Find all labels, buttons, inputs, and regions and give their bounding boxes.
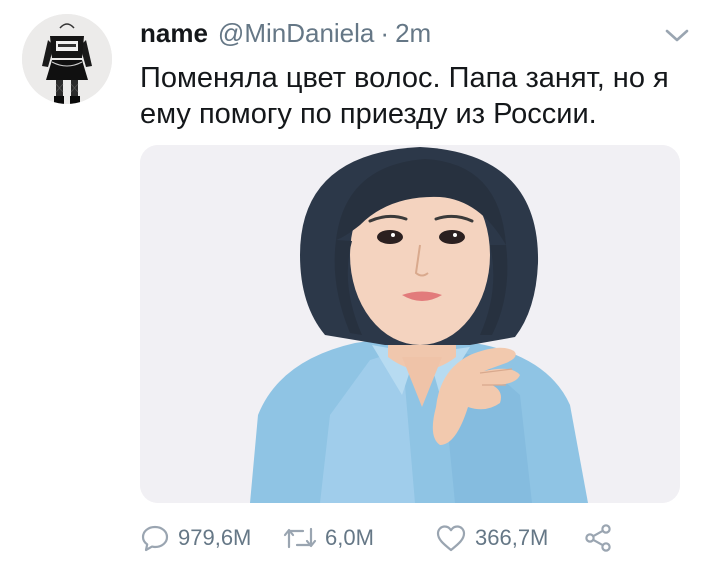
tweet-header: name @MinDaniela · 2m: [140, 14, 431, 52]
share-nodes-icon: [585, 524, 611, 552]
user-handle[interactable]: @MinDaniela: [218, 18, 374, 49]
display-name[interactable]: name: [140, 18, 208, 49]
tweet-text: Поменяла цвет волос. Папа занят, но я ем…: [140, 62, 669, 130]
heart-icon: [436, 525, 466, 552]
share-button[interactable]: [583, 520, 613, 556]
separator-dot: ·: [380, 17, 390, 48]
reply-button[interactable]: 979,6M: [140, 520, 251, 556]
tweet-photo[interactable]: [140, 145, 680, 503]
reply-count: 979,6M: [178, 525, 252, 550]
tweet-actions: 979,6M 6,0M 366,7M: [140, 520, 660, 556]
tweet-menu-button[interactable]: [660, 24, 694, 48]
like-count: 366,7M: [475, 525, 549, 550]
retweet-arrows-icon: [283, 527, 317, 549]
timestamp[interactable]: 2m: [395, 18, 431, 49]
portrait-photo: [140, 145, 680, 503]
tweet: name @MinDaniela · 2m Поменяла цвет воло…: [0, 0, 720, 562]
retweet-button[interactable]: 6,0M: [283, 520, 374, 556]
avatar[interactable]: [22, 14, 112, 104]
speech-bubble-icon: [141, 525, 169, 552]
like-button[interactable]: 366,7M: [435, 520, 548, 556]
chevron-down-icon: [665, 29, 689, 42]
retweet-count: 6,0M: [325, 525, 374, 550]
avatar-outfit-image: [22, 14, 112, 104]
